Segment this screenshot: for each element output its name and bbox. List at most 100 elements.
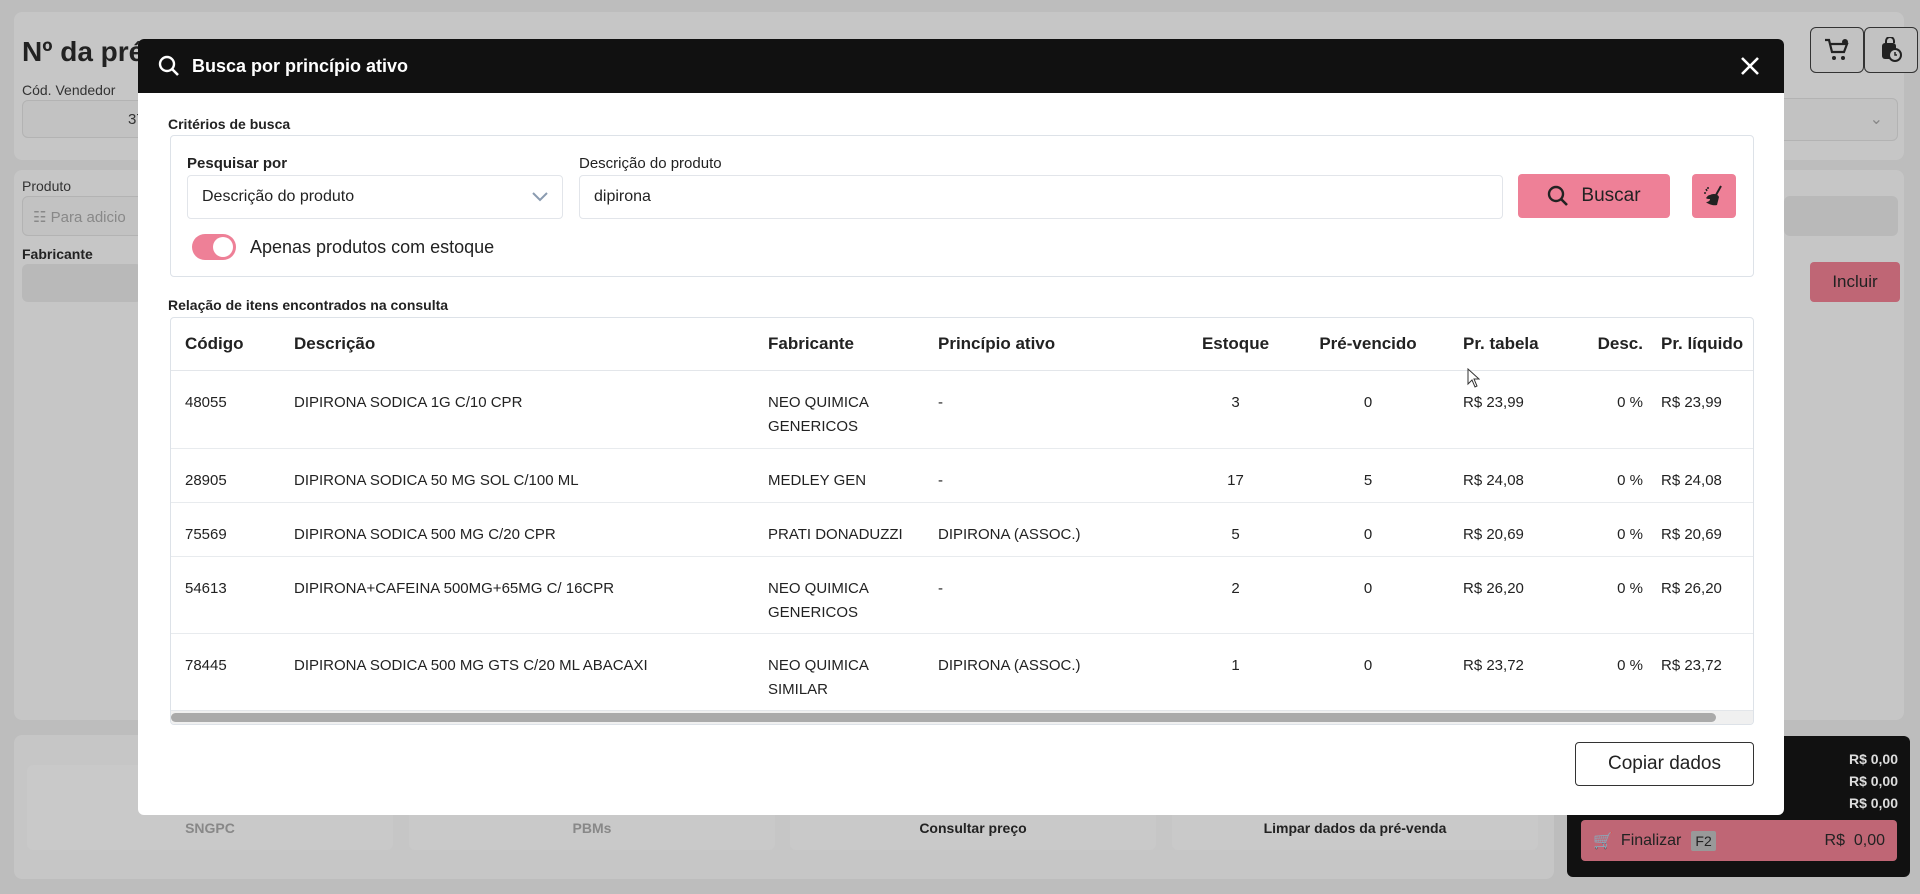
stock-only-label: Apenas produtos com estoque	[250, 237, 495, 257]
search-by-label: Pesquisar por	[187, 155, 288, 172]
cell-stock: 1	[1178, 633, 1293, 711]
cell-description: DIPIRONA SODICA 50 MG SOL C/100 ML	[294, 448, 768, 503]
cell-description: DIPIRONA SODICA 1G C/10 CPR	[294, 370, 768, 449]
results-table-box: Código Descrição Fabricante Princípio at…	[170, 317, 1754, 725]
cell-code: 28905	[185, 448, 294, 503]
vendor-label: Cód. Vendedor	[22, 82, 116, 98]
col-manufacturer[interactable]: Fabricante	[768, 318, 938, 371]
description-input[interactable]: dipirona	[579, 175, 1503, 219]
cell-manufacturer: PRATI DONADUZZI	[768, 502, 938, 557]
col-stock[interactable]: Estoque	[1178, 318, 1293, 371]
copy-data-button[interactable]: Copiar dados	[1575, 742, 1754, 786]
cell-table-price: R$ 23,72	[1443, 633, 1543, 711]
cart-icon: 🛒	[1593, 832, 1613, 850]
cell-stock: 3	[1178, 370, 1293, 449]
col-table-price[interactable]: Pr. tabela	[1443, 318, 1543, 371]
cell-active-ingredient: DIPIRONA (ASSOC.)	[938, 633, 1178, 711]
horizontal-scrollbar[interactable]	[171, 710, 1753, 724]
cell-discount: 0 %	[1543, 633, 1643, 711]
cell-pre-expired: 5	[1293, 448, 1443, 503]
barcode-icon: ☷	[33, 209, 47, 226]
description-label: Descrição do produto	[579, 155, 722, 172]
table-row[interactable]: 78445 DIPIRONA SODICA 500 MG GTS C/20 ML …	[171, 633, 1753, 711]
clear-filters-button[interactable]	[1692, 174, 1736, 218]
broom-icon	[1704, 185, 1722, 206]
results-label: Relação de itens encontrados na consulta	[168, 297, 449, 313]
cell-description: DIPIRONA+CAFEINA 500MG+65MG C/ 16CPR	[294, 556, 768, 634]
scrollbar-thumb[interactable]	[171, 713, 1716, 722]
chevron-down-icon: ⌄	[1869, 111, 1883, 128]
cell-net-price: R$ 24,08	[1661, 448, 1753, 503]
timer-bag-icon-button[interactable]	[1864, 27, 1918, 73]
finalize-button[interactable]: 🛒 Finalizar F2 R$ 0,00	[1581, 820, 1897, 861]
product-label: Produto	[22, 178, 72, 194]
cell-active-ingredient: -	[938, 448, 1178, 503]
total-2: R$ 0,00	[1848, 773, 1898, 789]
cell-pre-expired: 0	[1293, 502, 1443, 557]
cell-active-ingredient: -	[938, 370, 1178, 449]
table-row[interactable]: 48055 DIPIRONA SODICA 1G C/10 CPR NEO QUIM…	[171, 370, 1753, 449]
results-table: Código Descrição Fabricante Princípio at…	[171, 318, 1753, 711]
table-row[interactable]: 28905 DIPIRONA SODICA 50 MG SOL C/100 ML M…	[171, 448, 1753, 503]
col-net-price[interactable]: Pr. líquido	[1661, 318, 1753, 371]
cell-code: 75569	[185, 502, 294, 557]
search-button[interactable]: Buscar	[1518, 174, 1670, 218]
cell-discount: 0 %	[1543, 502, 1643, 557]
close-icon[interactable]	[1740, 56, 1760, 76]
cart-icon	[1825, 38, 1849, 60]
col-pre-expired[interactable]: Pré-vencido	[1293, 318, 1443, 371]
mouse-cursor-icon	[1467, 367, 1481, 393]
modal-title: Busca por princípio ativo	[192, 55, 409, 76]
col-description[interactable]: Descrição	[294, 318, 768, 371]
cell-table-price: R$ 26,20	[1443, 556, 1543, 634]
search-button-label: Buscar	[1581, 185, 1641, 206]
criteria-label: Critérios de busca	[168, 116, 291, 132]
cell-discount: 0 %	[1543, 448, 1643, 503]
total-3: R$ 0,00	[1848, 795, 1898, 811]
toggle-knob	[213, 237, 233, 257]
cell-pre-expired: 0	[1293, 556, 1443, 634]
cell-manufacturer: MEDLEY GEN	[768, 448, 938, 503]
cell-manufacturer: NEO QUIMICA SIMILAR	[768, 633, 938, 711]
table-row[interactable]: 75569 DIPIRONA SODICA 500 MG C/20 CPR PRAT…	[171, 502, 1753, 557]
cell-stock: 5	[1178, 502, 1293, 557]
manufacturer-field[interactable]	[22, 264, 142, 302]
cell-manufacturer: NEO QUIMICA GENERICOS	[768, 556, 938, 634]
search-icon	[158, 55, 179, 76]
cell-manufacturer: NEO QUIMICA GENERICOS	[768, 370, 938, 449]
col-active-ingredient[interactable]: Princípio ativo	[938, 318, 1178, 371]
cell-description: DIPIRONA SODICA 500 MG C/20 CPR	[294, 502, 768, 557]
include-button[interactable]: Incluir	[1810, 262, 1900, 302]
right-field[interactable]	[1784, 196, 1898, 236]
search-by-value: Descrição do produto	[202, 188, 355, 205]
finalize-key-badge: F2	[1691, 830, 1716, 851]
finalize-value: R$ 0,00	[1824, 831, 1885, 849]
cell-pre-expired: 0	[1293, 370, 1443, 449]
cell-pre-expired: 0	[1293, 633, 1443, 711]
cell-table-price: R$ 23,99	[1443, 370, 1543, 449]
cell-active-ingredient: -	[938, 556, 1178, 634]
cell-description: DIPIRONA SODICA 500 MG GTS C/20 ML ABACA…	[294, 633, 768, 711]
modal-header: Busca por princípio ativo	[138, 39, 1784, 93]
col-code[interactable]: Código	[185, 318, 294, 371]
cart-icon-button[interactable]	[1810, 27, 1864, 73]
cell-stock: 17	[1178, 448, 1293, 503]
cell-discount: 0 %	[1543, 370, 1643, 449]
product-placeholder: Para adicio	[50, 209, 126, 226]
cell-net-price: R$ 23,72	[1661, 633, 1753, 711]
search-icon	[1548, 185, 1569, 206]
cell-code: 78445	[185, 633, 294, 711]
table-header-row: Código Descrição Fabricante Princípio at…	[171, 318, 1753, 371]
cell-net-price: R$ 20,69	[1661, 502, 1753, 557]
cell-net-price: R$ 26,20	[1661, 556, 1753, 634]
col-discount[interactable]: Desc.	[1543, 318, 1643, 371]
total-1: R$ 0,00	[1848, 751, 1898, 767]
cell-net-price: R$ 23,99	[1661, 370, 1753, 449]
table-row[interactable]: 54613 DIPIRONA+CAFEINA 500MG+65MG C/ 16CP…	[171, 556, 1753, 634]
stock-only-toggle[interactable]	[192, 234, 236, 260]
cell-code: 48055	[185, 370, 294, 449]
search-by-select[interactable]: Descrição do produto	[187, 175, 563, 219]
timer-bag-icon	[1882, 37, 1902, 62]
chevron-down-icon	[532, 192, 548, 202]
cell-active-ingredient: DIPIRONA (ASSOC.)	[938, 502, 1178, 557]
